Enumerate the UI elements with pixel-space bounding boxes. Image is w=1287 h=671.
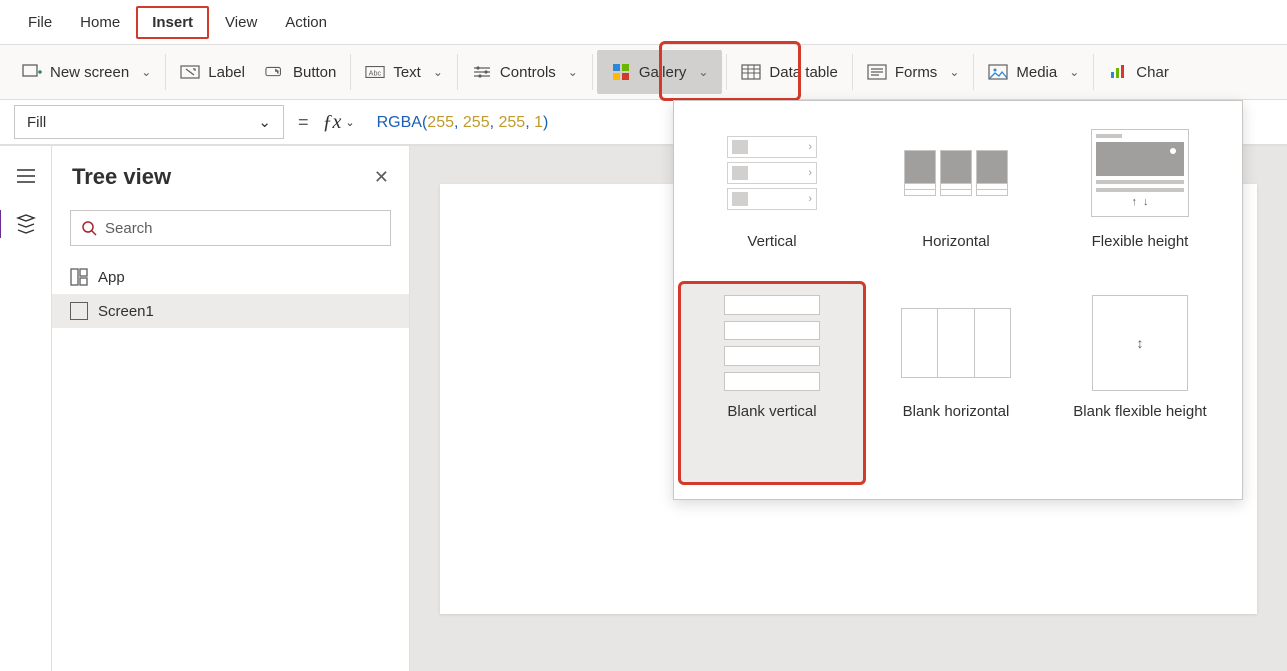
button-icon <box>265 62 285 82</box>
thumb-vertical: › › › <box>717 123 827 223</box>
gallery-menu: › › › Vertical Horizontal ↑↓ Flexible he… <box>673 100 1243 500</box>
text-button[interactable]: Abc Text ⌄ <box>355 45 453 99</box>
screen-icon <box>70 302 88 320</box>
gallery-vertical[interactable]: › › › Vertical <box>680 113 864 283</box>
separator <box>973 54 974 90</box>
separator <box>592 54 593 90</box>
thumb-blank-flexible: ↕ <box>1085 293 1195 393</box>
menu-view[interactable]: View <box>211 8 271 37</box>
text-icon: Abc <box>365 62 385 82</box>
charts-button[interactable]: Char <box>1098 45 1179 99</box>
gallery-item-label: Blank vertical <box>727 403 816 420</box>
gallery-item-label: Horizontal <box>922 233 990 250</box>
formula-input[interactable]: RGBA(255, 255, 255, 1) <box>377 112 549 132</box>
forms-button[interactable]: Forms ⌄ <box>857 45 970 99</box>
chevron-down-icon: ⌄ <box>433 65 443 79</box>
gallery-blank-vertical[interactable]: Blank vertical <box>680 283 864 483</box>
fx-button[interactable]: ƒx⌄ <box>323 111 355 134</box>
tree-item-app[interactable]: App <box>52 260 409 294</box>
separator <box>165 54 166 90</box>
tree-list: App Screen1 <box>52 260 409 671</box>
thumb-blank-vertical <box>717 293 827 393</box>
close-icon[interactable]: ✕ <box>374 167 389 188</box>
media-button[interactable]: Media ⌄ <box>978 45 1089 99</box>
search-icon <box>81 220 97 236</box>
menu-file[interactable]: File <box>14 8 66 37</box>
tree-header: Tree view ✕ <box>52 146 409 204</box>
gallery-label: Gallery <box>639 64 687 81</box>
hamburger-icon[interactable] <box>14 164 38 188</box>
forms-icon <box>867 62 887 82</box>
gallery-item-label: Vertical <box>747 233 796 250</box>
thumb-flexible: ↑↓ <box>1085 123 1195 223</box>
label-button[interactable]: Label <box>170 45 255 99</box>
equals-sign: = <box>298 112 309 133</box>
chevron-down-icon: ⌄ <box>698 65 708 79</box>
app-icon <box>70 268 88 286</box>
new-screen-label: New screen <box>50 64 129 81</box>
chevron-down-icon: ⌄ <box>141 65 151 79</box>
ribbon: New screen ⌄ Label Button Abc Text ⌄ Con… <box>0 44 1287 100</box>
gallery-button[interactable]: Gallery ⌄ <box>597 50 723 94</box>
label-label: Label <box>208 64 245 81</box>
tree-panel: Tree view ✕ Search App Screen1 <box>52 146 410 671</box>
gallery-blank-horizontal[interactable]: Blank horizontal <box>864 283 1048 483</box>
data-table-button[interactable]: Data table <box>731 45 847 99</box>
controls-button[interactable]: Controls ⌄ <box>462 45 588 99</box>
media-icon <box>988 62 1008 82</box>
thumb-blank-horizontal <box>901 293 1011 393</box>
gallery-item-label: Blank horizontal <box>903 403 1010 420</box>
tree-item-label: App <box>98 269 125 286</box>
button-label: Button <box>293 64 336 81</box>
separator <box>852 54 853 90</box>
svg-text:Abc: Abc <box>369 69 382 78</box>
separator <box>457 54 458 90</box>
separator <box>350 54 351 90</box>
controls-icon <box>472 62 492 82</box>
tree-item-screen1[interactable]: Screen1 <box>52 294 409 328</box>
tree-item-label: Screen1 <box>98 303 154 320</box>
new-screen-button[interactable]: New screen ⌄ <box>12 45 161 99</box>
fn-name: RGBA <box>377 114 422 131</box>
chevron-down-icon: ⌄ <box>345 116 354 129</box>
separator <box>1093 54 1094 90</box>
button-button[interactable]: Button <box>255 45 346 99</box>
forms-label: Forms <box>895 64 938 81</box>
left-rail <box>0 146 52 671</box>
gallery-blank-flexible[interactable]: ↕ Blank flexible height <box>1048 283 1232 483</box>
property-value: Fill <box>27 114 46 131</box>
media-label: Media <box>1016 64 1057 81</box>
chevron-down-icon: ⌄ <box>568 65 578 79</box>
tree-search[interactable]: Search <box>70 210 391 246</box>
chevron-down-icon: ⌄ <box>258 113 271 131</box>
new-screen-icon <box>22 62 42 82</box>
gallery-flexible-height[interactable]: ↑↓ Flexible height <box>1048 113 1232 283</box>
chevron-down-icon: ⌄ <box>1069 65 1079 79</box>
menu-home[interactable]: Home <box>66 8 134 37</box>
data-table-icon <box>741 62 761 82</box>
label-icon <box>180 62 200 82</box>
menu-insert[interactable]: Insert <box>136 6 209 39</box>
menu-action[interactable]: Action <box>271 8 341 37</box>
thumb-horizontal <box>901 123 1011 223</box>
gallery-horizontal[interactable]: Horizontal <box>864 113 1048 283</box>
gallery-icon <box>611 62 631 82</box>
chevron-down-icon: ⌄ <box>949 65 959 79</box>
gallery-item-label: Flexible height <box>1092 233 1189 250</box>
separator <box>726 54 727 90</box>
property-select[interactable]: Fill ⌄ <box>14 105 284 139</box>
search-placeholder: Search <box>105 220 153 237</box>
charts-icon <box>1108 62 1128 82</box>
charts-label: Char <box>1136 64 1169 81</box>
tree-view-icon[interactable] <box>14 212 38 236</box>
data-table-label: Data table <box>769 64 837 81</box>
menu-bar: File Home Insert View Action <box>0 0 1287 44</box>
text-label: Text <box>393 64 421 81</box>
controls-label: Controls <box>500 64 556 81</box>
tree-title: Tree view <box>72 164 171 190</box>
gallery-item-label: Blank flexible height <box>1073 403 1206 420</box>
